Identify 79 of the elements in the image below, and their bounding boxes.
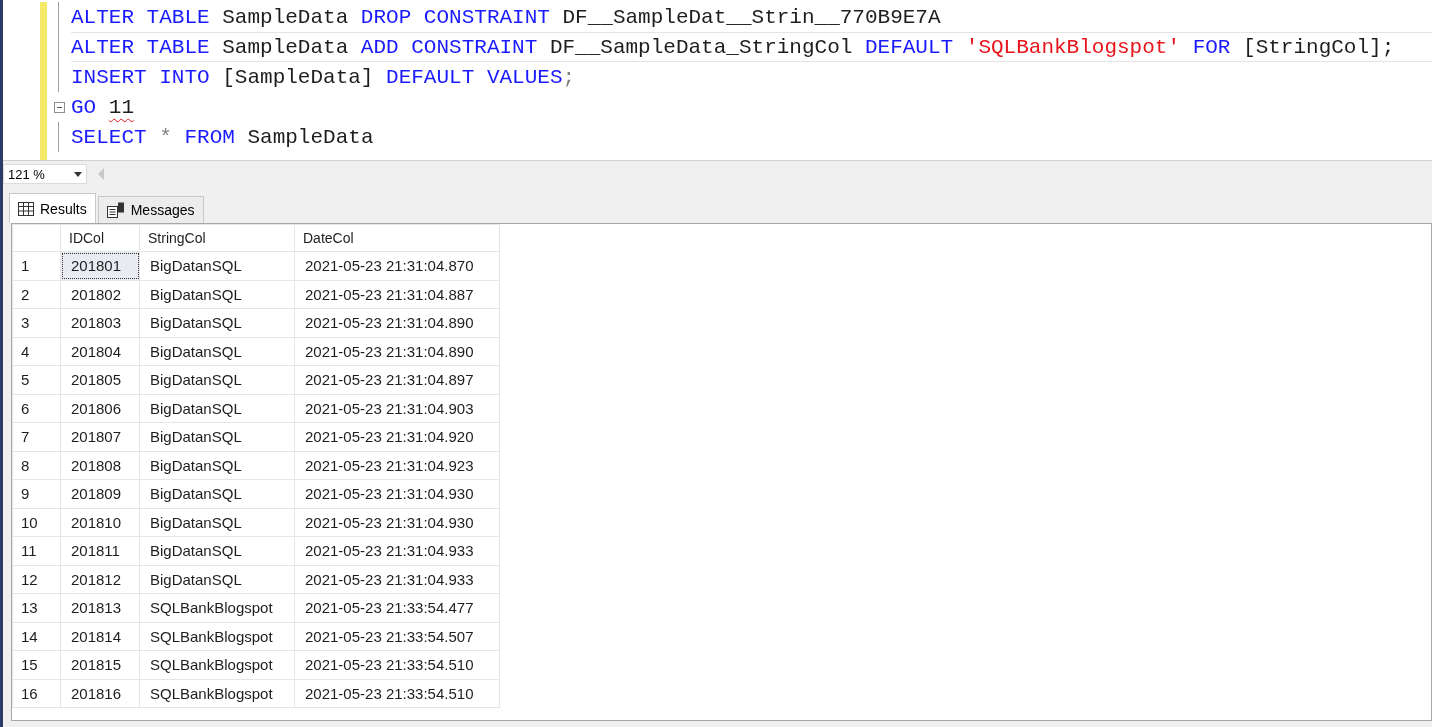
code-line: GO 11 bbox=[71, 94, 136, 121]
row-number: 4 bbox=[12, 337, 61, 366]
table-cell: 2021-05-23 21:31:04.920 bbox=[294, 422, 500, 451]
table-cell: BigDatanSQL bbox=[139, 365, 295, 394]
table-cell: 2021-05-23 21:33:54.510 bbox=[294, 679, 500, 708]
table-cell: 201811 bbox=[60, 536, 140, 565]
table-cell: 201814 bbox=[60, 622, 140, 651]
zoom-dropdown[interactable]: 121 % bbox=[3, 164, 87, 184]
grid-icon bbox=[18, 201, 34, 216]
table-cell: 201802 bbox=[60, 280, 140, 309]
row-number: 5 bbox=[12, 365, 61, 394]
row-number: 16 bbox=[12, 679, 61, 708]
table-cell: 201815 bbox=[60, 650, 140, 679]
row-number: 2 bbox=[12, 280, 61, 309]
row-number: 15 bbox=[12, 650, 61, 679]
row-number: 9 bbox=[12, 479, 61, 508]
table-cell: 201809 bbox=[60, 479, 140, 508]
code-line: SELECT * FROM SampleData bbox=[71, 124, 375, 151]
row-number: 7 bbox=[12, 422, 61, 451]
table-cell: BigDatanSQL bbox=[139, 536, 295, 565]
table-cell: 201808 bbox=[60, 451, 140, 480]
table-cell: 201803 bbox=[60, 308, 140, 337]
table-cell: 2021-05-23 21:33:54.510 bbox=[294, 650, 500, 679]
table-cell: BigDatanSQL bbox=[139, 565, 295, 594]
message-icon bbox=[106, 202, 125, 218]
column-header[interactable]: DateCol bbox=[294, 224, 500, 252]
results-tab[interactable]: Results bbox=[9, 193, 96, 223]
table-cell: BigDatanSQL bbox=[139, 479, 295, 508]
table-cell: BigDatanSQL bbox=[139, 451, 295, 480]
row-number: 8 bbox=[12, 451, 61, 480]
table-cell: 201810 bbox=[60, 508, 140, 537]
table-cell: 2021-05-23 21:33:54.477 bbox=[294, 593, 500, 622]
table-cell: 201812 bbox=[60, 565, 140, 594]
table-cell: 201806 bbox=[60, 394, 140, 423]
table-cell: 2021-05-23 21:31:04.897 bbox=[294, 365, 500, 394]
table-cell: BigDatanSQL bbox=[139, 337, 295, 366]
table-cell: 2021-05-23 21:31:04.890 bbox=[294, 337, 500, 366]
table-cell: 201813 bbox=[60, 593, 140, 622]
row-number: 3 bbox=[12, 308, 61, 337]
table-cell: SQLBankBlogspot bbox=[139, 622, 295, 651]
row-number: 13 bbox=[12, 593, 61, 622]
row-number: 12 bbox=[12, 565, 61, 594]
row-number: 1 bbox=[12, 251, 61, 280]
table-cell: SQLBankBlogspot bbox=[139, 593, 295, 622]
table-cell: BigDatanSQL bbox=[139, 280, 295, 309]
table-cell: BigDatanSQL bbox=[139, 508, 295, 537]
table-cell: BigDatanSQL bbox=[139, 308, 295, 337]
row-number: 14 bbox=[12, 622, 61, 651]
caret-icon bbox=[74, 171, 82, 177]
table-cell: 2021-05-23 21:31:04.903 bbox=[294, 394, 500, 423]
code-line: ALTER TABLE SampleData DROP CONSTRAINT DF__SampleDat__Strin__770B9E7A bbox=[71, 4, 942, 31]
row-number: 6 bbox=[12, 394, 61, 423]
table-cell: 201816 bbox=[60, 679, 140, 708]
table-cell: 2021-05-23 21:31:04.930 bbox=[294, 508, 500, 537]
table-cell: 2021-05-23 21:31:04.923 bbox=[294, 451, 500, 480]
table-cell: 201801 bbox=[60, 251, 140, 280]
results-tab[interactable]: Messages bbox=[97, 196, 204, 223]
table-cell: 2021-05-23 21:31:04.933 bbox=[294, 565, 500, 594]
table-cell: BigDatanSQL bbox=[139, 394, 295, 423]
column-header[interactable]: IDCol bbox=[60, 224, 140, 252]
code-line: INSERT INTO [SampleData] DEFAULT VALUES; bbox=[71, 64, 577, 91]
table-cell: 201807 bbox=[60, 422, 140, 451]
column-header[interactable]: StringCol bbox=[139, 224, 295, 252]
table-cell: 201805 bbox=[60, 365, 140, 394]
row-number: 11 bbox=[12, 536, 61, 565]
table-cell: 2021-05-23 21:31:04.887 bbox=[294, 280, 500, 309]
table-cell: 201804 bbox=[60, 337, 140, 366]
table-cell: 2021-05-23 21:31:04.933 bbox=[294, 536, 500, 565]
table-cell: BigDatanSQL bbox=[139, 422, 295, 451]
row-number: 10 bbox=[12, 508, 61, 537]
code-line: ALTER TABLE SampleData ADD CONSTRAINT DF__SampleData_StringCol DEFAULT 'SQLBankBlogspot' FOR [StringCol]; bbox=[71, 32, 1432, 62]
table-cell: SQLBankBlogspot bbox=[139, 650, 295, 679]
table-cell: BigDatanSQL bbox=[139, 251, 295, 280]
table-cell: 2021-05-23 21:33:54.507 bbox=[294, 622, 500, 651]
table-cell: 2021-05-23 21:31:04.870 bbox=[294, 251, 500, 280]
table-cell: SQLBankBlogspot bbox=[139, 679, 295, 708]
collapse-icon[interactable] bbox=[53, 101, 65, 113]
table-cell: 2021-05-23 21:31:04.890 bbox=[294, 308, 500, 337]
table-cell: 2021-05-23 21:31:04.930 bbox=[294, 479, 500, 508]
